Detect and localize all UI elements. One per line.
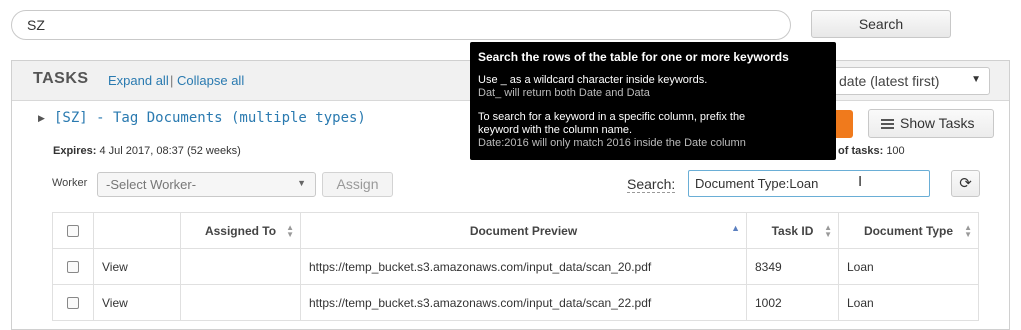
sort-icon: ▲ ▼	[824, 223, 832, 239]
worker-select[interactable]: -Select Worker- ▼	[97, 172, 316, 197]
worker-select-value: -Select Worker-	[106, 177, 197, 192]
num-tasks-label: of tasks:	[838, 145, 884, 157]
top-search-input[interactable]: SZ	[11, 10, 791, 40]
link-separator: |	[170, 73, 174, 88]
column-header-action	[93, 212, 181, 249]
collapse-all-link[interactable]: Collapse all	[177, 73, 244, 88]
tooltip-title: Search the rows of the table for one or …	[478, 50, 789, 64]
tasks-title: TASKS	[33, 70, 89, 87]
number-of-tasks: of tasks: 100	[838, 145, 905, 157]
view-link[interactable]: View	[93, 284, 181, 321]
task-id-cell: 1002	[746, 284, 839, 321]
column-header-label: Document Preview	[469, 223, 578, 238]
top-search-value: SZ	[27, 17, 45, 33]
document-preview-link[interactable]: https://temp_bucket.s3.amazonaws.com/inp…	[300, 284, 747, 321]
expires-info: Expires: 4 Jul 2017, 08:37 (52 weeks)	[53, 145, 241, 157]
view-link[interactable]: View	[93, 248, 181, 285]
table-search-value: Document Type:Loan	[695, 176, 819, 191]
text-cursor-icon: Ι	[858, 173, 863, 190]
assign-button[interactable]: Assign	[322, 172, 393, 197]
document-preview-link[interactable]: https://temp_bucket.s3.amazonaws.com/inp…	[300, 248, 747, 285]
show-tasks-button[interactable]: Show Tasks	[868, 109, 994, 138]
row-checkbox[interactable]	[67, 261, 79, 274]
assigned-to-cell	[180, 284, 301, 321]
tooltip-column-example: Date:2016 will only match 2016 inside th…	[478, 137, 746, 149]
select-all-header[interactable]	[52, 212, 94, 249]
chevron-down-icon: ▼	[297, 178, 306, 188]
column-header-label: Task ID	[771, 223, 814, 238]
column-header-label: Assigned To	[204, 223, 277, 238]
top-search-button[interactable]: Search	[811, 10, 951, 38]
tooltip-column-text-1: To search for a keyword in a specific co…	[478, 111, 746, 123]
search-help-tooltip: Search the rows of the table for one or …	[470, 42, 836, 160]
column-header-document-preview[interactable]: Document Preview ▲	[300, 212, 747, 249]
num-tasks-value: 100	[886, 145, 905, 157]
tooltip-column-text-2: keyword with the column name.	[478, 124, 633, 136]
table-row: View https://temp_bucket.s3.amazonaws.co…	[52, 248, 979, 285]
row-checkbox-cell[interactable]	[52, 284, 94, 321]
sort-icon: ▲ ▼	[964, 223, 972, 239]
column-header-document-type[interactable]: Document Type ▲ ▼	[838, 212, 979, 249]
row-checkbox[interactable]	[67, 297, 79, 310]
table-search-label: Search:	[627, 176, 676, 193]
expand-all-link[interactable]: Expand all	[108, 73, 169, 88]
column-header-task-id[interactable]: Task ID ▲ ▼	[746, 212, 839, 249]
document-type-cell: Loan	[838, 284, 979, 321]
assigned-to-cell	[180, 248, 301, 285]
show-tasks-label: Show Tasks	[900, 115, 975, 131]
tooltip-wildcard-example: Dat_ will return both Date and Data	[478, 87, 650, 99]
document-type-cell: Loan	[838, 248, 979, 285]
sort-asc-icon: ▲	[731, 223, 740, 233]
row-checkbox-cell[interactable]	[52, 248, 94, 285]
sort-order-value: date (latest first)	[839, 73, 940, 89]
tooltip-wildcard-text: Use _ as a wildcard character inside key…	[478, 74, 708, 86]
list-icon	[881, 117, 894, 131]
caret-right-icon[interactable]: ▶	[38, 113, 45, 124]
select-all-checkbox[interactable]	[67, 225, 79, 238]
sort-icon: ▲ ▼	[286, 223, 294, 239]
expires-label: Expires:	[53, 145, 97, 157]
tag-group-title[interactable]: [SZ] - Tag Documents (multiple types)	[54, 110, 366, 126]
expires-value: 4 Jul 2017, 08:37 (52 weeks)	[99, 145, 241, 157]
chevron-down-icon: ▼	[971, 74, 981, 85]
column-header-assigned-to[interactable]: Assigned To ▲ ▼	[180, 212, 301, 249]
task-id-cell: 8349	[746, 248, 839, 285]
column-header-label: Document Type	[863, 223, 954, 238]
table-search-input[interactable]: Document Type:Loan	[688, 170, 930, 197]
table-header-row: Assigned To ▲ ▼ Document Preview ▲ Task ID ▲…	[52, 212, 979, 249]
sort-order-select[interactable]: date (latest first) ▼	[830, 67, 990, 95]
refresh-icon: ⟳	[959, 175, 972, 192]
tasks-table: Assigned To ▲ ▼ Document Preview ▲ Task ID ▲…	[52, 212, 979, 321]
table-row: View https://temp_bucket.s3.amazonaws.co…	[52, 284, 979, 321]
refresh-button[interactable]: ⟳	[951, 170, 980, 197]
worker-label: Worker	[52, 177, 88, 189]
